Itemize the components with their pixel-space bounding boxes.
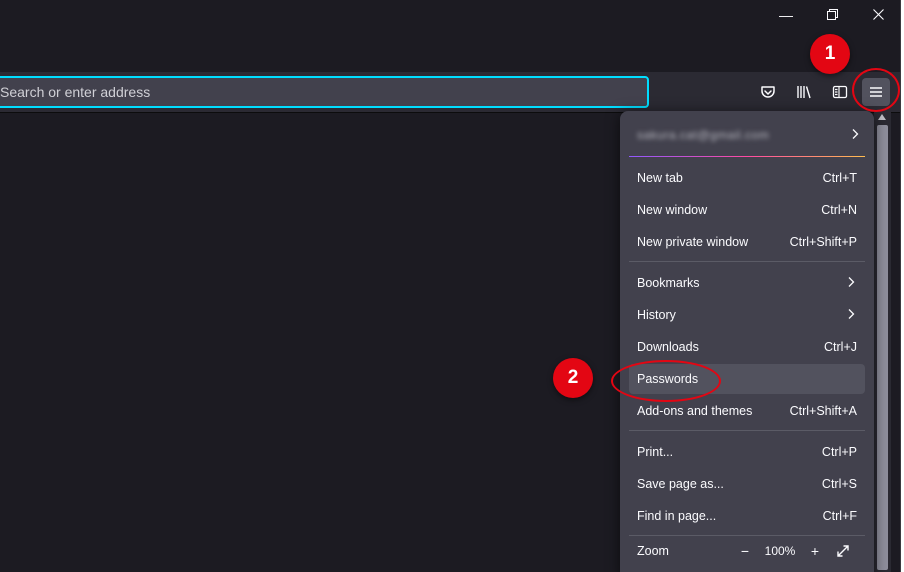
menu-item-shortcut: Ctrl+T [822, 171, 857, 185]
menu-item-label: New tab [637, 171, 683, 185]
scroll-thumb[interactable] [877, 125, 888, 570]
zoom-out-button[interactable]: − [731, 539, 759, 563]
menu-item-label: Bookmarks [637, 276, 700, 290]
nav-toolbar [0, 72, 900, 113]
restore-icon [826, 7, 838, 23]
pocket-icon [761, 86, 775, 98]
menu-item-shortcut: Ctrl+N [821, 203, 857, 217]
library-button[interactable] [790, 78, 818, 106]
menu-item-downloads[interactable]: Downloads Ctrl+J [629, 332, 865, 362]
close-icon [872, 7, 884, 23]
menu-item-label: New window [637, 203, 708, 217]
menu-item-history[interactable]: History [629, 300, 865, 330]
fullscreen-button[interactable] [829, 539, 857, 563]
menu-item-shortcut: Ctrl+P [821, 445, 857, 459]
annotation-ring-menu-button [852, 68, 900, 112]
menu-item-shortcut: Ctrl+Shift+A [789, 404, 857, 418]
menu-item-new-tab[interactable]: New tab Ctrl+T [629, 163, 865, 193]
address-input[interactable] [0, 78, 647, 106]
chevron-right-icon [849, 128, 861, 143]
zoom-label: Zoom [637, 544, 669, 558]
app-menu-panel: sakura.cat@gmail.com New tab Ctrl+T New … [620, 111, 874, 572]
menu-scrollbar[interactable] [874, 111, 891, 572]
fullscreen-icon [837, 545, 849, 557]
menu-item-label: Find in page... [637, 509, 717, 523]
chevron-right-icon [845, 276, 857, 291]
menu-item-label: History [637, 308, 676, 322]
menu-item-label: Print... [637, 445, 674, 459]
pocket-button[interactable] [754, 78, 782, 106]
menu-item-label: Downloads [637, 340, 699, 354]
menu-item-shortcut: Ctrl+F [822, 509, 857, 523]
account-divider [629, 156, 865, 157]
sidebar-button[interactable] [826, 78, 854, 106]
menu-item-print[interactable]: Print... Ctrl+P [629, 437, 865, 467]
zoom-controls: − 100% + [731, 539, 857, 563]
menu-item-shortcut: Ctrl+S [821, 477, 857, 491]
restore-button[interactable] [809, 0, 855, 30]
minimize-button[interactable]: — [763, 0, 809, 30]
account-email: sakura.cat@gmail.com [637, 128, 770, 142]
chevron-right-icon [845, 308, 857, 323]
menu-item-label: Save page as... [637, 477, 724, 491]
zoom-in-button[interactable]: + [801, 539, 829, 563]
menu-item-shortcut: Ctrl+J [824, 340, 857, 354]
menu-item-save-page-as[interactable]: Save page as... Ctrl+S [629, 469, 865, 499]
browser-window: — Search or enter address sakura.cat@gma… [0, 0, 901, 572]
close-window-button[interactable] [855, 0, 900, 30]
minimize-icon: — [779, 7, 793, 23]
menu-item-label: Add-ons and themes [637, 404, 753, 418]
zoom-reset-button[interactable]: 100% [759, 544, 801, 558]
menu-item-new-window[interactable]: New window Ctrl+N [629, 195, 865, 225]
menu-item-new-private-window[interactable]: New private window Ctrl+Shift+P [629, 227, 865, 257]
menu-item-bookmarks[interactable]: Bookmarks [629, 268, 865, 298]
title-bar: — [0, 0, 900, 72]
url-bar[interactable] [0, 76, 649, 108]
menu-item-zoom: Zoom − 100% + [629, 536, 865, 566]
account-row[interactable]: sakura.cat@gmail.com [629, 119, 865, 151]
menu-item-shortcut: Ctrl+Shift+P [789, 235, 857, 249]
menu-separator [629, 430, 865, 431]
annotation-ring-passwords [611, 360, 721, 402]
annotation-step-2-badge: 2 [553, 358, 593, 398]
menu-item-label: New private window [637, 235, 749, 249]
menu-item-find-in-page[interactable]: Find in page... Ctrl+F [629, 501, 865, 531]
sidebar-icon [832, 85, 848, 99]
library-icon [797, 86, 811, 99]
annotation-step-1-badge: 1 [810, 34, 850, 74]
menu-separator [629, 261, 865, 262]
scroll-up-arrow-icon[interactable] [878, 114, 886, 120]
